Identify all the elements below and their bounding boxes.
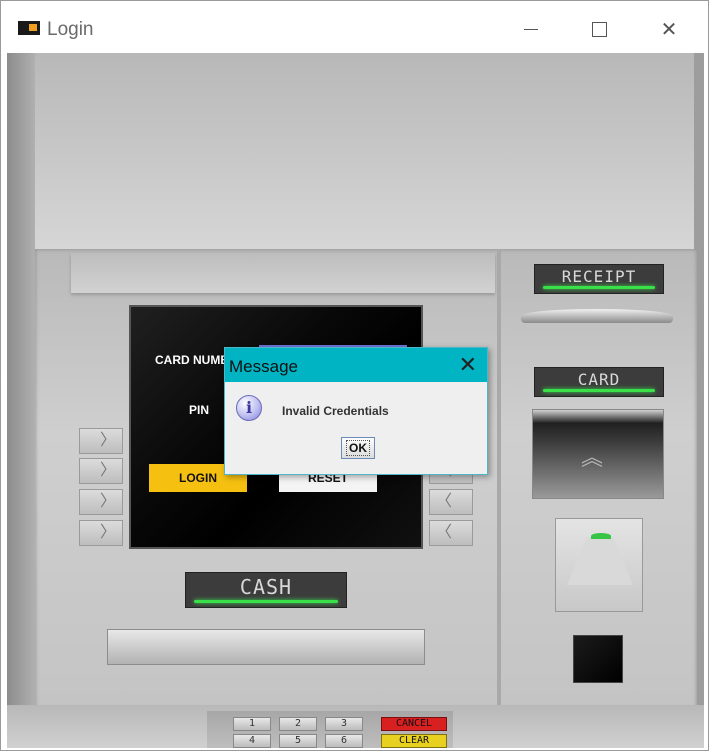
screen-side-button-left-4[interactable]: 〉: [79, 520, 123, 546]
receipt-label: RECEIPT: [561, 267, 637, 286]
maximize-button[interactable]: [576, 11, 622, 47]
key-6[interactable]: 6: [325, 734, 363, 748]
close-icon: ✕: [458, 352, 477, 377]
cash-indicator-light: [194, 600, 338, 603]
atm-left-wall: [7, 53, 35, 748]
close-button[interactable]: ✕: [646, 11, 692, 47]
screen-side-button-left-3[interactable]: 〉: [79, 489, 123, 515]
chevron-up-icon: ︽: [580, 445, 603, 470]
receipt-slot: [521, 309, 673, 323]
info-icon: i: [236, 395, 262, 421]
pin-label: PIN: [189, 403, 210, 417]
chevron-left-icon: 〈: [436, 493, 453, 510]
key-5[interactable]: 5: [279, 734, 317, 748]
java-app-icon: [18, 21, 40, 35]
screen-side-button-left-1[interactable]: 〉: [79, 428, 123, 454]
ok-button-label: OK: [346, 440, 370, 456]
card-label: CARD: [577, 370, 621, 389]
cash-indicator: CASH: [185, 572, 347, 608]
message-dialog: Message ✕ i Invalid Credentials OK: [224, 347, 488, 475]
camera-status-light: [591, 533, 611, 539]
chevron-right-icon: 〉: [99, 493, 116, 510]
close-icon: ✕: [660, 18, 678, 41]
login-window: Login ✕ 〉 〉 〉 〉 〈 〈 〈 CARD NUMB PIN LOGI…: [0, 0, 709, 751]
cancel-key[interactable]: CANCEL: [381, 717, 447, 731]
dialog-title: Message: [229, 357, 298, 376]
card-indicator: CARD: [534, 367, 664, 397]
ok-button[interactable]: OK: [341, 437, 375, 459]
screen-side-button-right-4[interactable]: 〈: [429, 520, 473, 546]
key-1[interactable]: 1: [233, 717, 271, 731]
clear-key[interactable]: CLEAR: [381, 734, 447, 748]
chevron-right-icon: 〉: [99, 432, 116, 449]
chevron-right-icon: 〉: [99, 524, 116, 541]
maximize-icon: [591, 21, 607, 37]
cash-label: CASH: [239, 575, 293, 599]
panel-divider: [497, 249, 501, 709]
receipt-indicator-light: [543, 286, 655, 289]
screen-top-bezel: [71, 253, 495, 293]
key-2[interactable]: 2: [279, 717, 317, 731]
screen-side-button-left-2[interactable]: 〉: [79, 458, 123, 484]
cash-dispenser-slot: [107, 629, 425, 665]
chevron-right-icon: 〉: [99, 462, 116, 479]
card-number-label: CARD NUMB: [155, 353, 229, 367]
dialog-close-button[interactable]: ✕: [459, 352, 477, 378]
title-bar[interactable]: Login ✕: [1, 1, 708, 53]
dialog-title-bar[interactable]: Message ✕: [225, 348, 487, 382]
key-4[interactable]: 4: [233, 734, 271, 748]
card-indicator-light: [543, 389, 655, 392]
minimize-icon: [524, 28, 538, 30]
chevron-left-icon: 〈: [436, 524, 453, 541]
minimize-button[interactable]: [508, 11, 554, 47]
dialog-message: Invalid Credentials: [282, 404, 389, 418]
window-title: Login: [47, 19, 94, 40]
keypad: 1 2 3 CANCEL 4 5 6 CLEAR: [207, 711, 453, 748]
screen-side-button-right-3[interactable]: 〈: [429, 489, 473, 515]
atm-top-hood: [7, 53, 704, 249]
receipt-indicator: RECEIPT: [534, 264, 664, 294]
privacy-sensor: [573, 635, 623, 683]
key-3[interactable]: 3: [325, 717, 363, 731]
